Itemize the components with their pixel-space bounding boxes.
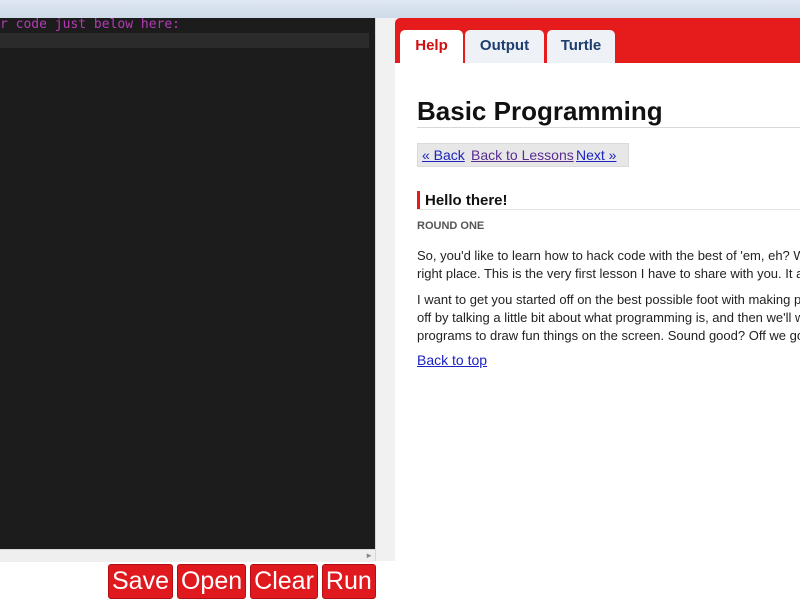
active-line-highlight [0, 33, 369, 48]
next-link[interactable]: Next » [576, 144, 616, 166]
editor-button-bar: Save Open Clear Run [108, 564, 376, 599]
code-editor[interactable]: r code just below here: [0, 18, 375, 549]
paragraph-line: So, you'd like to learn how to hack code… [417, 248, 800, 263]
paragraph-line: I want to get you started off on the bes… [417, 292, 800, 307]
intro-paragraph: So, you'd like to learn how to hack code… [417, 247, 800, 283]
paragraph-line: programs to draw fun things on the scree… [417, 328, 800, 343]
back-link[interactable]: « Back [422, 144, 465, 166]
run-button[interactable]: Run [321, 564, 376, 599]
scroll-right-arrow-icon[interactable]: ► [365, 550, 373, 562]
clear-button[interactable]: Clear [250, 564, 318, 599]
tab-output[interactable]: Output [465, 30, 544, 63]
section-accent-bar [417, 191, 420, 210]
section-title: Hello there! [425, 192, 508, 209]
page-title: Basic Programming [417, 96, 663, 126]
title-divider [417, 127, 800, 128]
paragraph-line: right place. This is the very first less… [417, 266, 800, 281]
save-button[interactable]: Save [108, 564, 173, 599]
open-button[interactable]: Open [176, 564, 247, 599]
window-top-bar [0, 0, 800, 18]
panel-divider[interactable] [375, 18, 396, 561]
back-to-lessons-link[interactable]: Back to Lessons [471, 144, 574, 166]
tab-help[interactable]: Help [400, 30, 463, 63]
back-to-top-link[interactable]: Back to top [417, 352, 487, 368]
tab-turtle[interactable]: Turtle [547, 30, 615, 63]
lesson-nav: « Back Back to Lessons Next » [417, 143, 629, 167]
round-label: ROUND ONE [417, 220, 485, 232]
paragraph-line: off by talking a little bit about what p… [417, 310, 800, 325]
code-comment-line[interactable]: r code just below here: [0, 18, 180, 32]
section-divider [417, 209, 800, 210]
editor-horizontal-scrollbar[interactable]: ► [0, 549, 375, 562]
help-content: Basic Programming « Back Back to Lessons… [395, 63, 800, 561]
second-paragraph: I want to get you started off on the bes… [417, 291, 800, 345]
tab-strip: Help Output Turtle [395, 18, 800, 63]
